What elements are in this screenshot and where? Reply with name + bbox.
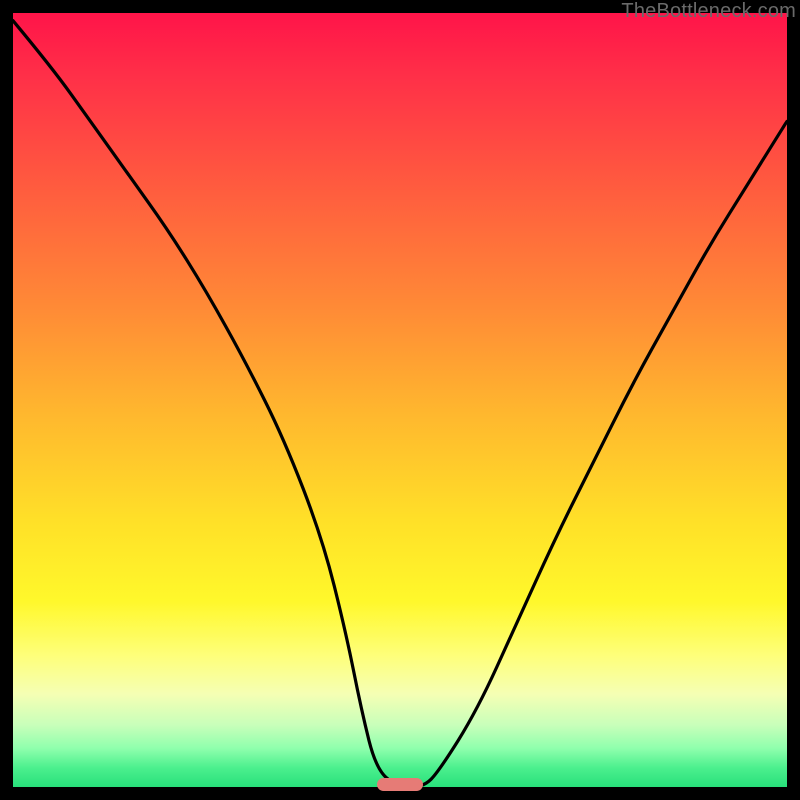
plot-area: [13, 13, 787, 787]
optimal-range-marker: [377, 778, 423, 791]
bottleneck-curve: [13, 13, 787, 787]
chart-frame: TheBottleneck.com: [0, 0, 800, 800]
